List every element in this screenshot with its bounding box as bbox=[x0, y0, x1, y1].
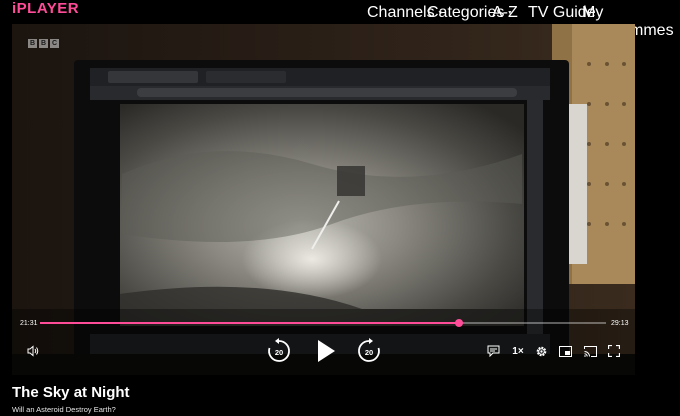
programme-title: The Sky at Night bbox=[12, 384, 130, 401]
speaker-icon bbox=[27, 345, 39, 357]
playback-speed-button[interactable]: 1× bbox=[510, 343, 526, 359]
volume-button[interactable] bbox=[26, 344, 40, 358]
episode-title: Will an Asteroid Destroy Earth? bbox=[12, 405, 116, 414]
bbc-letter: B bbox=[39, 39, 48, 48]
cast-icon bbox=[583, 345, 597, 357]
fullscreen-button[interactable] bbox=[607, 344, 621, 358]
progress-bar[interactable] bbox=[40, 319, 606, 327]
iplayer-logo[interactable]: iPLAYER bbox=[12, 0, 79, 17]
fullscreen-icon bbox=[608, 345, 620, 357]
nav-channels-label: Channels bbox=[367, 4, 435, 21]
progress-handle[interactable] bbox=[454, 319, 463, 327]
picture-in-picture-icon bbox=[558, 345, 572, 357]
bbc-channel-badge: B B C bbox=[28, 39, 59, 48]
settings-button[interactable] bbox=[534, 344, 548, 358]
remaining-time: 29:13 bbox=[611, 320, 629, 327]
cast-button[interactable] bbox=[583, 344, 597, 358]
top-navigation: iPLAYER Channels ▼ Categories ▼ A-Z TV G… bbox=[0, 0, 680, 39]
nav-a-z-label: A-Z bbox=[492, 4, 518, 21]
forward-seconds: 20 bbox=[364, 347, 374, 357]
forward-20-button[interactable]: 20 bbox=[356, 338, 382, 364]
play-button[interactable] bbox=[313, 338, 339, 364]
bbc-letter: C bbox=[50, 39, 59, 48]
rewind-20-button[interactable]: 20 bbox=[266, 338, 292, 364]
play-icon bbox=[318, 340, 335, 362]
video-player[interactable]: B B C 21:31 29:13 20 20 1× bbox=[12, 24, 635, 375]
subtitles-icon bbox=[487, 345, 499, 357]
rewind-seconds: 20 bbox=[274, 347, 284, 357]
elapsed-time: 21:31 bbox=[20, 320, 38, 327]
nav-a-z[interactable]: A-Z bbox=[492, 4, 518, 22]
gear-icon bbox=[536, 346, 546, 356]
progress-fill bbox=[40, 322, 459, 324]
bbc-letter: B bbox=[28, 39, 37, 48]
subtitles-button[interactable] bbox=[486, 344, 500, 358]
picture-in-picture-button[interactable] bbox=[558, 344, 572, 358]
